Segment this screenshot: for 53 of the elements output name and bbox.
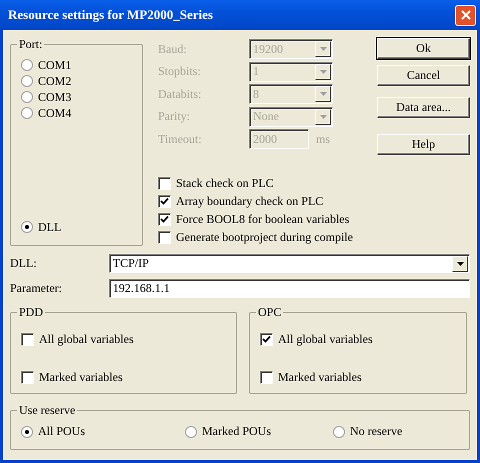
radio-button[interactable] xyxy=(21,107,33,119)
field-label: Timeout: xyxy=(158,132,203,147)
radio-button[interactable] xyxy=(333,426,345,438)
checkbox-label[interactable]: Stack check on PLC xyxy=(176,176,274,190)
checkbox-label[interactable]: Generate bootproject during compile xyxy=(176,230,353,244)
radio-label[interactable]: All POUs xyxy=(38,424,86,439)
checkbox-label[interactable]: Array boundary check on PLC xyxy=(176,194,324,208)
dropdown[interactable]: TCP/IP xyxy=(108,254,470,273)
radio-label[interactable]: COM4 xyxy=(38,106,72,120)
checkbox-label[interactable]: All global variables xyxy=(39,332,134,347)
dialog-button[interactable]: Cancel xyxy=(377,65,470,86)
dialog-button[interactable]: Data area... xyxy=(377,97,470,118)
radio-label[interactable]: COM1 xyxy=(38,58,72,72)
checkbox-label[interactable]: Force BOOL8 for boolean variables xyxy=(176,212,350,226)
radio-label[interactable]: Marked POUs xyxy=(202,424,271,439)
field-label: Parameter: xyxy=(10,281,63,296)
radio-button[interactable] xyxy=(21,59,33,71)
radio-button[interactable] xyxy=(185,426,197,438)
radio-label[interactable]: COM3 xyxy=(38,90,72,104)
input-field[interactable]: 192.168.1.1 xyxy=(108,279,470,298)
group-label: Port: xyxy=(17,37,44,51)
checkbox[interactable] xyxy=(21,333,34,346)
checkbox-label[interactable]: All global variables xyxy=(278,332,373,347)
checkbox-label[interactable]: Marked variables xyxy=(39,370,123,385)
radio-button[interactable] xyxy=(21,75,33,87)
field-label: Parity: xyxy=(158,109,191,124)
group-label: OPC xyxy=(256,305,284,319)
group-label: PDD xyxy=(17,305,46,319)
group-label: Use reserve xyxy=(17,403,78,417)
close-button[interactable] xyxy=(455,4,476,26)
radio-label[interactable]: DLL xyxy=(38,220,62,234)
close-icon xyxy=(460,10,470,20)
unit-label: ms xyxy=(316,132,330,147)
field-label: DLL: xyxy=(10,256,38,271)
checkbox[interactable] xyxy=(21,371,34,384)
checkbox[interactable] xyxy=(158,176,171,190)
dialog-button[interactable]: Help xyxy=(377,134,470,155)
field-label: Baud: xyxy=(158,42,188,57)
dialog-button[interactable]: Ok xyxy=(377,38,470,59)
radio-button[interactable] xyxy=(21,91,33,103)
radio-button[interactable] xyxy=(21,221,33,233)
radio-label[interactable]: COM2 xyxy=(38,74,72,88)
checkbox[interactable] xyxy=(158,194,171,208)
field-label: Stopbits: xyxy=(158,64,202,80)
window-title: Resource settings for MP2000_Series xyxy=(8,7,213,23)
radio-label[interactable]: No reserve xyxy=(350,424,402,439)
field-label: Databits: xyxy=(158,86,202,102)
checkbox[interactable] xyxy=(158,230,171,244)
radio-button[interactable] xyxy=(21,426,33,438)
checkbox[interactable] xyxy=(260,371,273,384)
checkbox[interactable] xyxy=(158,212,171,226)
checkbox-label[interactable]: Marked variables xyxy=(278,370,362,385)
checkbox[interactable] xyxy=(260,333,273,346)
